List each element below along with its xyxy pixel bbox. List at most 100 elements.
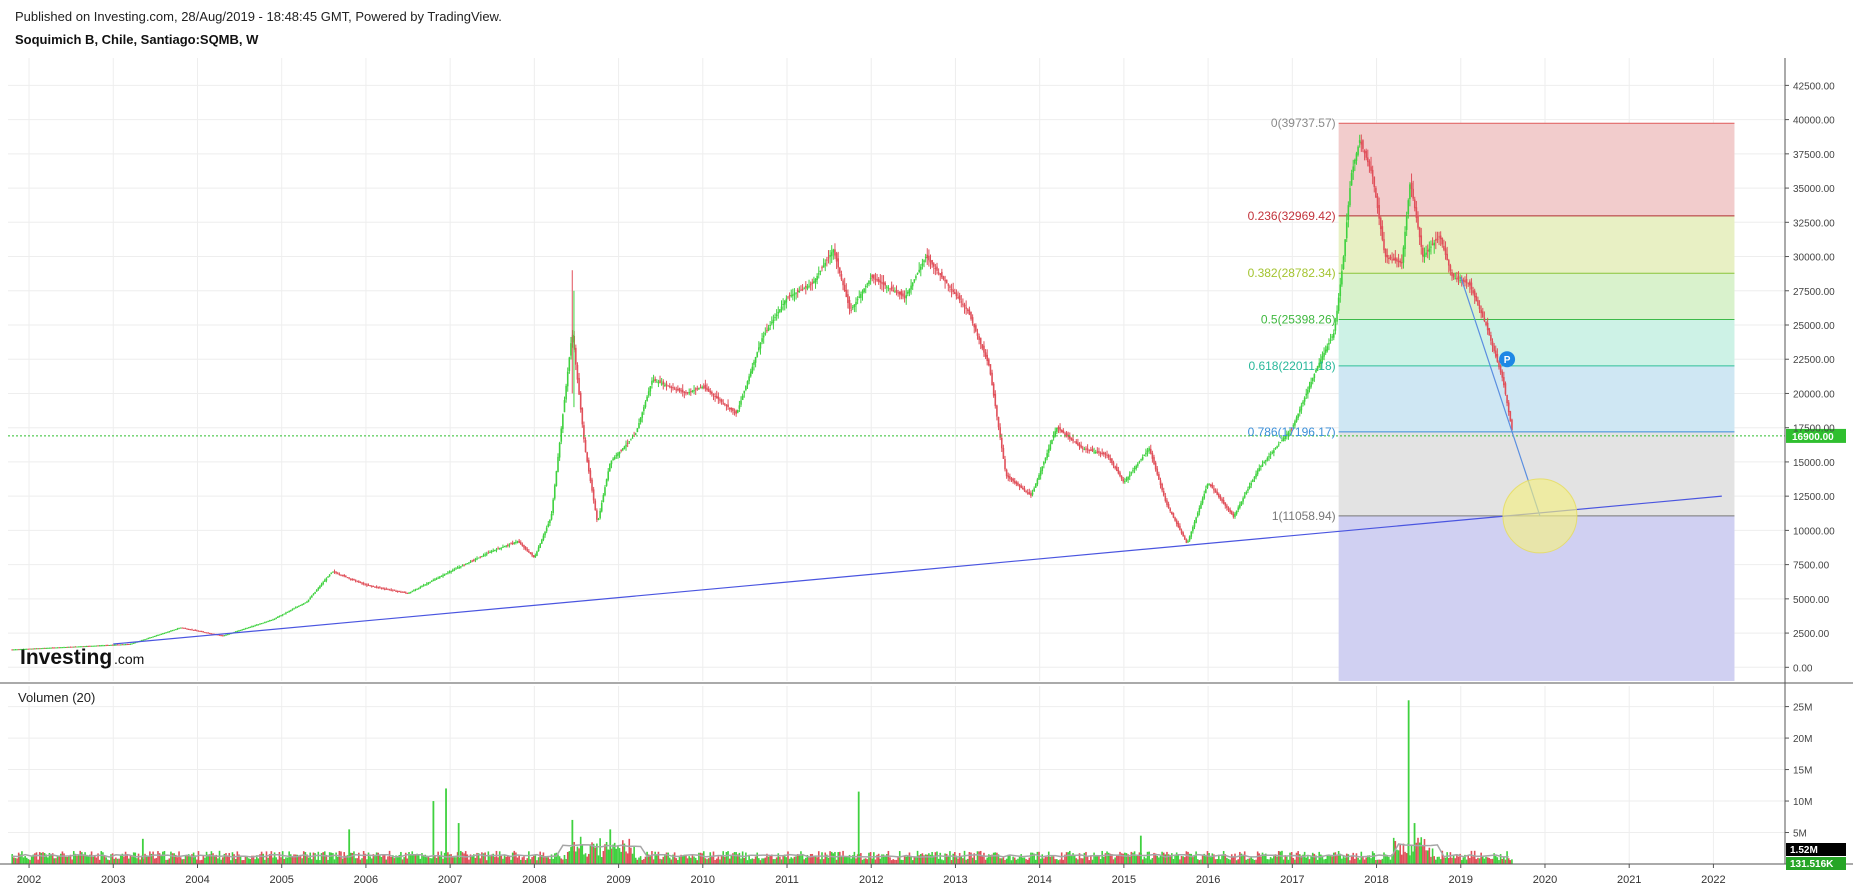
volume-bar [694,857,697,864]
volume-bar [1185,851,1188,864]
candle-body [944,279,946,282]
candle-body [722,402,725,404]
fibonacci-retracement[interactable] [1338,122,1735,681]
candle-body [681,389,684,393]
volume-bar [119,854,122,864]
volume-bar [1480,852,1482,864]
candle-body [1253,476,1256,479]
volume-bar [116,858,119,864]
volume-bar [479,858,482,864]
candle-body [698,388,700,390]
volume-bar [717,856,720,864]
candle-body [1034,483,1037,488]
volume-bar [644,856,647,864]
volume-bar [429,858,431,864]
candle-body [142,639,145,641]
candle-body [477,557,480,559]
volume-bar [155,857,158,864]
volume-bar [1399,844,1401,864]
candle-body [471,560,473,562]
volume-bar [874,859,877,864]
candle-body [816,276,818,280]
volume-bar [139,859,141,864]
volume-bar [1208,853,1210,864]
x-tick-label: 2004 [185,874,209,886]
candle-body [1154,462,1157,470]
candle-body [364,584,367,586]
candle-body [1477,300,1479,306]
volume-bar [641,859,644,864]
candle-body [1245,492,1248,495]
candle-body [745,386,747,391]
price-volume-chart[interactable]: 16900.00P 0.002500.005000.007500.0010000… [0,0,1853,892]
candle-body [855,301,857,305]
volume-bar [1030,852,1032,864]
volume-title: Volumen (20) [18,690,95,705]
candle-body [599,510,601,519]
candle-body [1341,271,1343,285]
candle-body [575,347,577,365]
volume-bar [626,853,629,864]
candle-body [1059,427,1061,431]
volume-bar [1164,854,1167,864]
candle-body [900,291,903,296]
candle-body [1237,507,1240,511]
candle-body [244,628,247,630]
volume-bar [1371,851,1374,864]
candle-body [16,649,18,651]
candle-body [860,293,862,298]
candle-body [503,546,506,548]
volume-bar [199,860,201,864]
volume-bar [301,858,303,864]
volume-bar [25,857,28,864]
volume-bar [450,854,452,864]
volume-bar [759,860,762,864]
candle-body [516,541,519,543]
candle-body [1096,451,1099,453]
candle-body [728,408,731,410]
volume-bar [656,854,658,864]
volume-bar [171,853,174,864]
volume-bar [958,852,961,864]
volume-bar [485,860,488,864]
volume-bar [631,853,634,864]
volume-bar [239,855,242,864]
candle-body [400,591,402,593]
volume-bar [565,858,567,864]
volume-bar [1360,851,1363,864]
volume-bar [984,859,987,864]
volume-bar [61,851,64,864]
candle-body [1446,253,1448,261]
candle-body [1099,452,1102,454]
candle-body [149,637,151,639]
candle-body [1481,311,1484,318]
candle-body [623,446,626,449]
candle-body [905,295,908,299]
candle-body [312,593,315,596]
candle-body [317,588,320,590]
volume-bar [970,852,972,864]
candle-body [965,307,967,309]
volume-bar [1056,859,1058,864]
y-tick-label: 32500.00 [1793,218,1835,229]
volume-bar [30,856,33,864]
candle-body [850,309,852,311]
candle-body [926,254,929,259]
candle-body [1145,452,1147,455]
volume-bar [560,858,563,864]
volume-bar [427,856,430,864]
volume-bar [1318,851,1321,864]
candle-body [625,444,627,447]
volume-bar [1075,858,1078,864]
candle-body [278,616,281,618]
volume-bar [523,856,525,864]
candle-body [1405,215,1408,230]
candle-body [894,291,896,293]
candle-body [267,621,269,623]
candle-body [1080,445,1082,448]
candle-body [1248,485,1251,489]
volume-bar [1470,850,1473,864]
candle-body [790,295,793,297]
candle-body [542,535,545,540]
volume-bar [1149,859,1152,864]
